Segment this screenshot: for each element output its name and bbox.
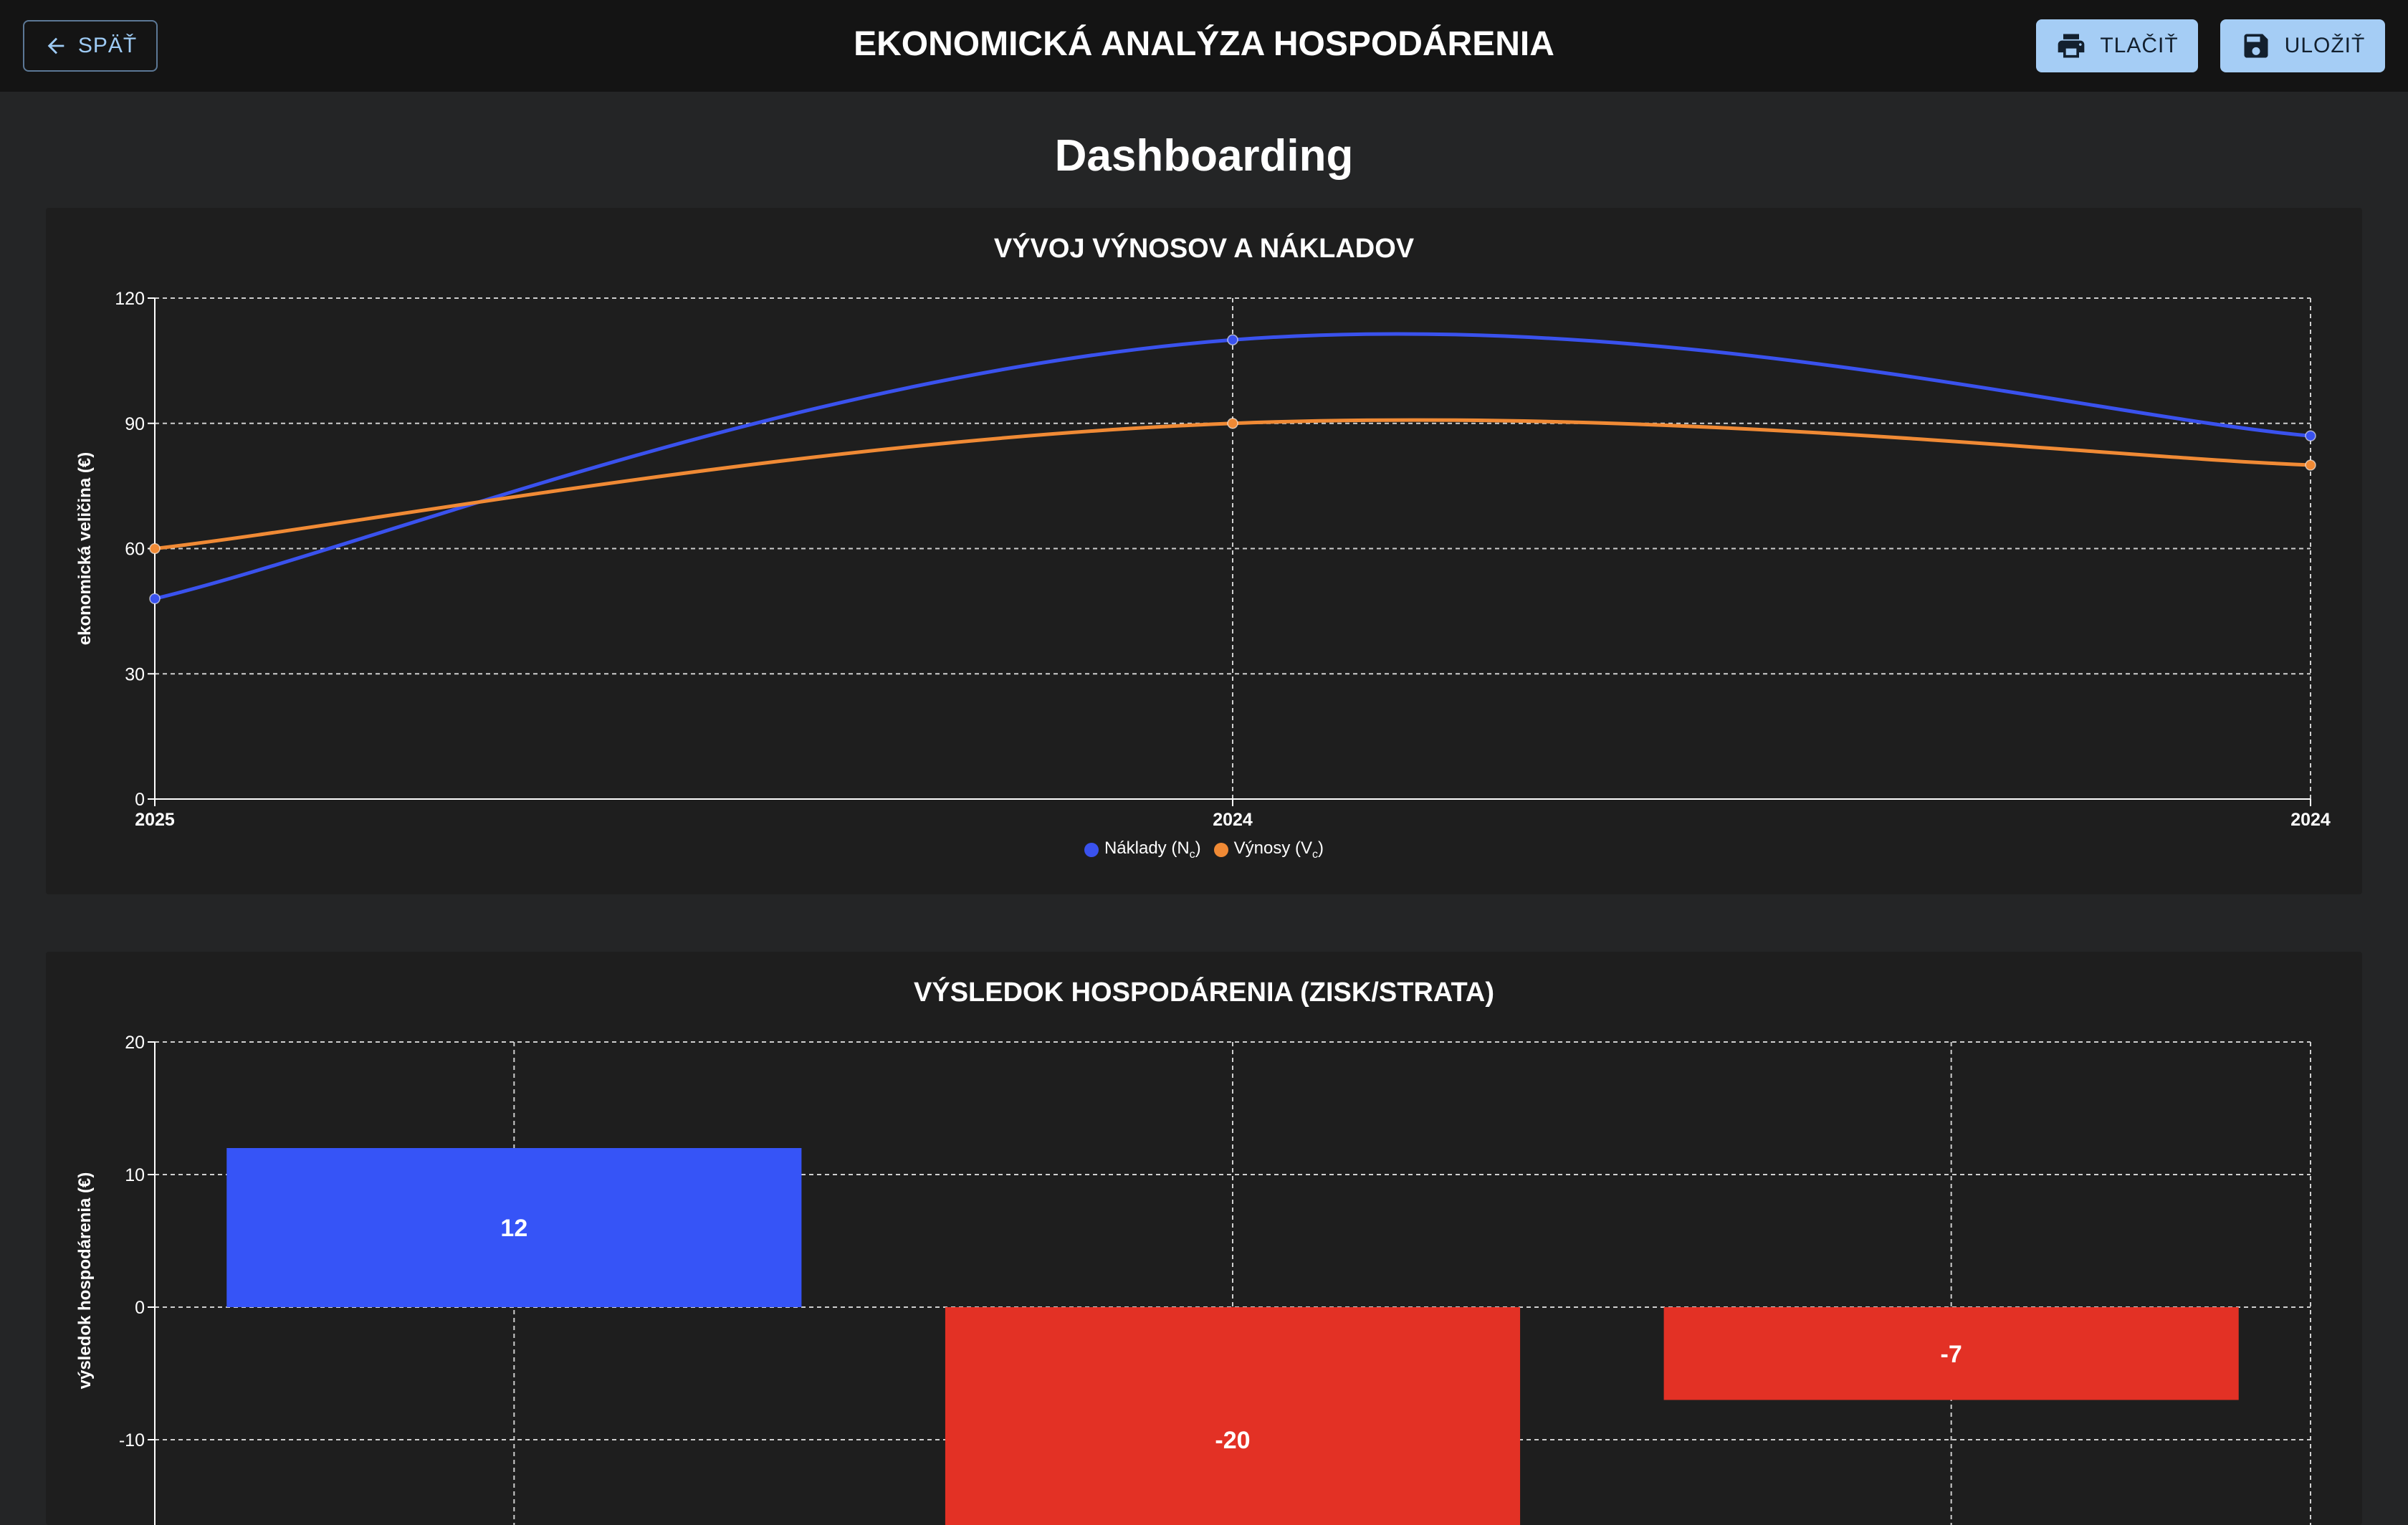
- y-tick-label: -10: [119, 1430, 145, 1450]
- legend-label-revenues: Výnosy (Vc): [1233, 838, 1324, 861]
- data-point-costs: [2305, 430, 2316, 441]
- data-point-costs: [149, 593, 161, 605]
- save-button-label: ULOŽIŤ: [2284, 34, 2366, 57]
- y-axis-title: výsledok hospodárenia (€): [75, 1172, 95, 1390]
- y-tick-label: 0: [135, 790, 145, 810]
- legend-marker-revenues: [1213, 842, 1228, 857]
- data-point-revenues: [1227, 418, 1238, 429]
- printer-icon: [2058, 34, 2085, 58]
- page-title: Dashboarding: [1054, 131, 1354, 181]
- bar-value-label: -7: [1941, 1341, 1962, 1368]
- y-tick-label: 10: [125, 1165, 145, 1185]
- y-axis-title: ekonomická veličina (€): [75, 452, 95, 645]
- legend-label-costs: Náklady (Nc): [1104, 838, 1201, 861]
- floppy-disk-icon: [2244, 34, 2268, 58]
- data-point-revenues: [2305, 459, 2316, 471]
- legend-item-revenues[interactable]: Výnosy (Vc): [1213, 838, 1324, 861]
- profit-loss-chart-card: VÝSLEDOK HOSPODÁRENIA (ZISK/STRATA) -10 0…: [46, 952, 2362, 1525]
- y-tick-label: 90: [125, 414, 145, 434]
- y-tick-label: 0: [135, 1298, 145, 1318]
- save-button[interactable]: ULOŽIŤ: [2220, 19, 2385, 72]
- revenue-cost-chart-card: VÝVOJ VÝNOSOV A NÁKLADOV 0 30 60 90 120 2025 2…: [46, 208, 2362, 894]
- line-chart-legend: Náklady (Nc) Výnosy (Vc): [46, 838, 2362, 861]
- print-button[interactable]: TLAČIŤ: [2036, 19, 2198, 72]
- bar-value-label: 12: [500, 1215, 527, 1242]
- bar-chart: -10 0 10 20 výsledok hospodárenia (€) 12 -20 -7: [75, 1033, 2311, 1525]
- bar-value-label: -20: [1215, 1427, 1250, 1454]
- y-tick-label: 20: [125, 1033, 145, 1053]
- x-tick-label: 2025: [135, 810, 175, 830]
- app-header: SPÄŤ EKONOMICKÁ ANALÝZA HOSPODÁRENIA TLA…: [0, 0, 2408, 92]
- x-tick-label: 2024: [2290, 810, 2331, 830]
- y-tick-label: 60: [125, 540, 145, 560]
- legend-item-costs[interactable]: Náklady (Nc): [1084, 838, 1201, 861]
- print-button-label: TLAČIŤ: [2100, 34, 2179, 57]
- line-chart: 0 30 60 90 120 2025 2024 2024 ekonomická veličin…: [75, 289, 2331, 830]
- loss-bar: [945, 1307, 1521, 1525]
- data-point-costs: [1227, 334, 1238, 345]
- y-tick-label: 30: [125, 664, 145, 684]
- x-tick-label: 2024: [1213, 810, 1253, 830]
- y-tick-label: 120: [115, 289, 145, 309]
- legend-marker-costs: [1084, 842, 1099, 857]
- data-point-revenues: [149, 542, 161, 555]
